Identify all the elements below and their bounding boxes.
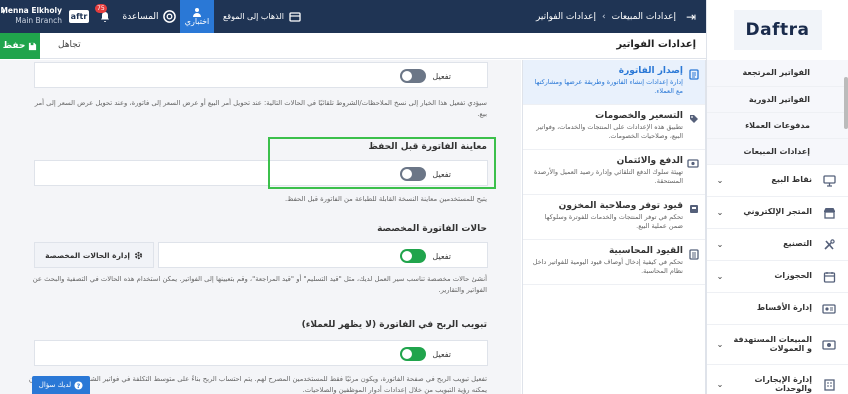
chevron-down-icon: ⌄ — [716, 340, 724, 349]
top-bar: ▾ Menna Elkholy Main Branch aftr 75 المس… — [0, 0, 706, 33]
user-name: Menna Elkholy — [0, 6, 62, 15]
settings-nav-accounting-entries[interactable]: القيود المحاسبية تحكم في كيفية إدخال أوص… — [523, 240, 705, 285]
sidebar-subitem-recurring-invoices[interactable]: الفواتير الدورية — [707, 86, 848, 112]
sidebar-item-rentals-units[interactable]: إدارة الإيجارات والوحدات ⌄ — [707, 364, 848, 394]
target-icon — [818, 339, 840, 351]
sidebar-item-bookings[interactable]: الحجوزات ⌄ — [707, 260, 848, 292]
highlight-box — [268, 137, 496, 189]
page-title: إعدادات الفواتير — [616, 39, 696, 50]
ledger-icon — [689, 249, 699, 263]
profit-tab-title: تبويب الربح في الفاتورة (لا يظهر للعملاء… — [301, 320, 487, 330]
pos-icon — [818, 174, 840, 187]
custom-statuses-toggle[interactable] — [400, 249, 427, 263]
copy-notes-toggle[interactable] — [400, 69, 427, 83]
test-mode-button[interactable]: اختباري — [180, 0, 214, 33]
person-icon — [193, 8, 201, 17]
profit-tab-field: تفعيل — [34, 340, 488, 366]
help-button[interactable]: المساعدة — [118, 0, 180, 33]
manage-custom-statuses-button[interactable]: إدارة الحالات المخصصة — [34, 242, 154, 268]
settings-nav: إصدار الفاتورة إدارة إعدادات إنشاء الفات… — [522, 60, 706, 394]
custom-statuses-title: حالات الفاتورة المخصصة — [377, 224, 487, 234]
chevron-down-icon: ⌄ — [716, 176, 724, 185]
brand-mini-logo[interactable]: aftr — [66, 0, 92, 33]
goto-site-button[interactable]: الذهاب إلى الموقع — [214, 0, 310, 33]
sidebar-item-installments[interactable]: إدارة الأقساط — [707, 292, 848, 324]
chevron-down-icon: ⌄ — [716, 240, 724, 249]
breadcrumb: ⇥ إعدادات المبيعات › إعدادات الفواتير — [536, 0, 706, 33]
sidebar-subitem-sales-settings[interactable]: إعدادات المبيعات — [707, 138, 848, 164]
custom-statuses-help: أنشئ حالات مخصصة تناسب سير العمل لديك، م… — [32, 275, 487, 294]
breadcrumb-item-sales-settings[interactable]: إعدادات المبيعات — [612, 12, 676, 22]
chevron-down-icon: ⌄ — [716, 208, 724, 217]
user-branch: Main Branch — [15, 16, 62, 25]
ignore-button[interactable]: تجاهل — [58, 40, 81, 50]
daftra-logo[interactable]: Daftra — [733, 10, 822, 50]
settings-content: تفعيل سيؤدي تفعيل هذا الخيار إلى نسخ الم… — [0, 60, 521, 394]
profit-tab-toggle[interactable] — [400, 347, 427, 361]
floppy-icon — [29, 42, 37, 50]
notifications-button[interactable]: 75 — [92, 0, 118, 33]
notifications-badge: 75 — [95, 4, 107, 13]
tag-icon — [689, 114, 699, 127]
sidebar-item-targets-commissions[interactable]: المبيعات المستهدفة و العمولات ⌄ — [707, 324, 848, 364]
lifebuoy-icon — [162, 10, 176, 23]
tools-icon — [818, 238, 840, 251]
document-icon — [689, 69, 699, 83]
sidebar-item-pos[interactable]: نقاط البيع ⌄ — [707, 164, 848, 196]
chevron-down-icon: ⌄ — [716, 380, 724, 389]
breadcrumb-item-invoice-settings[interactable]: إعدادات الفواتير — [536, 12, 596, 22]
ask-question-button[interactable]: ? لديك سؤال — [32, 376, 90, 394]
storefront-icon — [289, 11, 301, 22]
inventory-icon — [689, 204, 699, 217]
preview-before-save-help: يتيح للمستخدمين معاينة النسخة القابلة لل… — [284, 195, 487, 203]
sidebar-toggle-icon[interactable]: ⇥ — [676, 10, 706, 24]
sidebar-scrollbar[interactable] — [844, 77, 848, 129]
copy-notes-help: سيؤدي تفعيل هذا الخيار إلى نسخ الملاحظات… — [34, 99, 487, 118]
copy-notes-field: تفعيل — [34, 62, 488, 88]
settings-nav-pricing-discounts[interactable]: التسعير والخصومات تطبيق هذه الإعدادات عل… — [523, 105, 705, 150]
sidebar-item-online-store[interactable]: المتجر الإلكتروني ⌄ — [707, 196, 848, 228]
money-icon — [687, 159, 699, 171]
settings-nav-invoice-issuing[interactable]: إصدار الفاتورة إدارة إعدادات إنشاء الفات… — [523, 60, 705, 105]
question-icon: ? — [74, 380, 83, 389]
caret-down-icon: ▾ — [2, 8, 6, 16]
installments-icon — [818, 303, 840, 315]
sidebar-subitem-returned-invoices[interactable]: الفواتير المرتجعة — [707, 60, 848, 86]
sidebar-subitem-client-payments[interactable]: مدفوعات العملاء — [707, 112, 848, 138]
sidebar-item-manufacturing[interactable]: التصنيع ⌄ — [707, 228, 848, 260]
settings-nav-payment-credit[interactable]: الدفع والائتمان تهيئة سلوك الدفع التلقائ… — [523, 150, 705, 195]
svg-text:?: ? — [77, 382, 81, 389]
gear-icon — [134, 251, 143, 259]
chevron-down-icon: ⌄ — [716, 272, 724, 281]
custom-statuses-field: تفعيل — [158, 242, 488, 268]
store-icon — [818, 207, 840, 219]
page-header: حفظ تجاهل إعدادات الفواتير — [0, 33, 706, 59]
settings-nav-inventory-constraints[interactable]: قيود توفر وصلاحية المخزون تحكم في توفر ا… — [523, 195, 705, 240]
profit-tab-help: تفعيل تبويب الربح في صفحة الفاتورة، ويكو… — [28, 375, 487, 394]
sidebar: Daftra الفواتير المرتجعة الفواتير الدوري… — [706, 0, 848, 394]
chevron-left-icon: › — [602, 11, 606, 22]
building-icon — [818, 378, 840, 391]
user-menu[interactable]: ▾ Menna Elkholy Main Branch — [0, 0, 66, 33]
save-button[interactable]: حفظ — [0, 33, 40, 59]
calendar-icon — [818, 271, 840, 283]
sales-submenu: الفواتير المرتجعة الفواتير الدورية مدفوع… — [707, 60, 848, 164]
